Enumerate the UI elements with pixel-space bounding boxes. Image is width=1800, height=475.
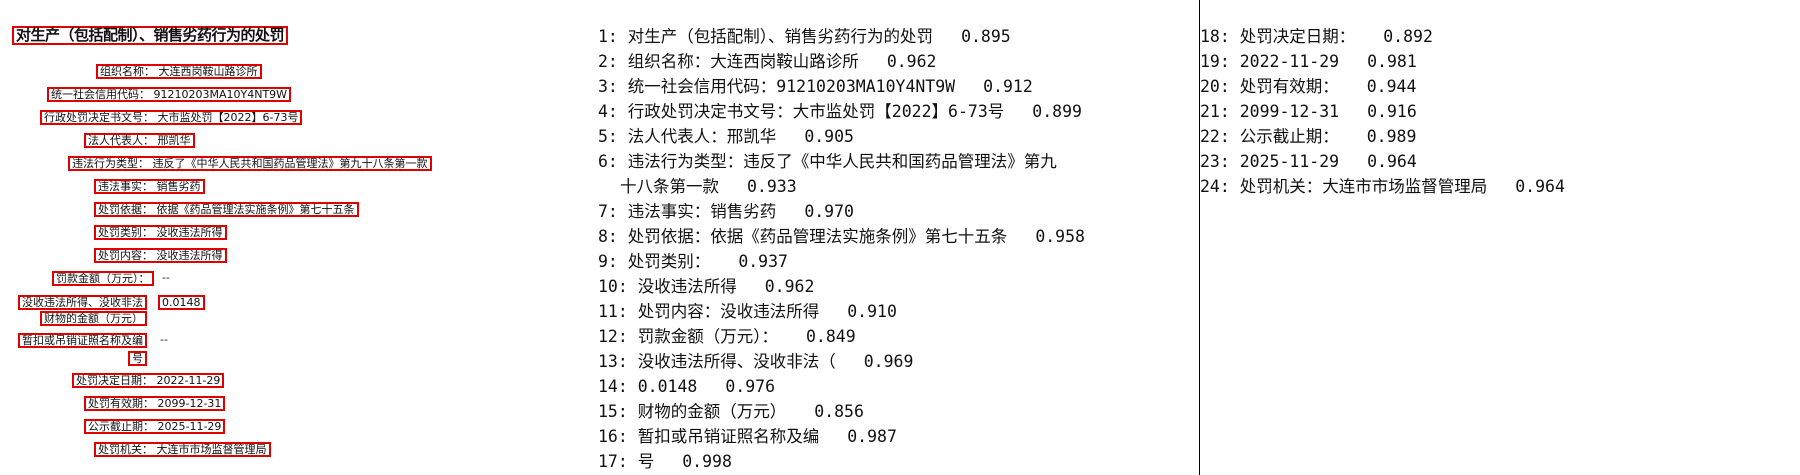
source-image-panel: 对生产（包括配制）、销售劣药行为的处罚 组织名称： 大连西岗鞍山路诊所 统一社会… (0, 0, 600, 475)
ocr-box-confiscation-value: 0.0148 (158, 295, 205, 310)
result-line: 14: 0.0148 0.976 (598, 377, 776, 396)
result-line: 24: 处罚机关：大连市市场监督管理局 0.964 (1200, 177, 1565, 196)
result-line: 20: 处罚有效期： 0.944 (1200, 77, 1417, 96)
ocr-box-penalty-category: 处罚类别： 没收违法所得 (94, 225, 227, 240)
result-line: 5: 法人代表人：邢凯华 0.905 (598, 127, 854, 146)
result-line: 7: 违法事实：销售劣药 0.970 (598, 202, 854, 221)
result-line: 16: 暂扣或吊销证照名称及编 0.987 (598, 427, 897, 446)
ocr-box-license-number: 号 (128, 351, 147, 366)
results-column-1: 1: 对生产（包括配制）、销售劣药行为的处罚 0.895 2: 组织名称：大连西岗… (598, 24, 1188, 474)
result-line: 22: 公示截止期： 0.989 (1200, 127, 1417, 146)
results-column-2: 18: 处罚决定日期： 0.892 19: 2022-11-29 0.981 20:… (1200, 24, 1790, 199)
result-line: 21: 2099-12-31 0.916 (1200, 102, 1417, 121)
ocr-box-credit-code: 统一社会信用代码： 91210203MA10Y4NT9W (47, 87, 292, 102)
result-line: 17: 号 0.998 (598, 452, 732, 471)
result-line: 19: 2022-11-29 0.981 (1200, 52, 1417, 71)
ocr-box-license-name: 暂扣或吊销证照名称及编 (18, 333, 147, 348)
result-line: 12: 罚款金额（万元）： 0.849 (598, 327, 856, 346)
result-line: 3: 统一社会信用代码：91210203MA10Y4NT9W 0.912 (598, 77, 1033, 96)
ocr-box-publicity-end: 公示截止期： 2025-11-29 (84, 419, 226, 434)
ocr-box-authority: 处罚机关： 大连市市场监督管理局 (94, 442, 271, 457)
ocr-box-org-name: 组织名称： 大连西岗鞍山路诊所 (96, 64, 262, 79)
result-line: 4: 行政处罚决定书文号：大市监处罚【2022】6-73号 0.899 (598, 102, 1082, 121)
result-line: 23: 2025-11-29 0.964 (1200, 152, 1417, 171)
ocr-box-decision-date: 处罚决定日期： 2022-11-29 (72, 373, 225, 388)
result-line: 9: 处罚类别： 0.937 (598, 252, 788, 271)
ocr-box-penalty-basis: 处罚依据： 依据《药品管理法实施条例》第七十五条 (94, 202, 359, 217)
ocr-box-violation-fact: 违法事实： 销售劣药 (94, 179, 205, 194)
result-line: 2: 组织名称：大连西岗鞍山路诊所 0.962 (598, 52, 937, 71)
result-line: 8: 处罚依据：依据《药品管理法实施条例》第七十五条 0.958 (598, 227, 1085, 246)
ocr-box-property-amount: 财物的金额（万元） (40, 311, 147, 326)
result-line: 15: 财物的金额（万元） 0.856 (598, 402, 864, 421)
ocr-box-title: 对生产（包括配制）、销售劣药行为的处罚 (12, 26, 289, 45)
result-line: 10: 没收违法所得 0.962 (598, 277, 815, 296)
ocr-box-decision-no: 行政处罚决定书文号： 大市监处罚【2022】6-73号 (40, 110, 303, 125)
ocr-text-license-dash: -- (160, 333, 168, 346)
ocr-box-legal-rep: 法人代表人： 邢凯华 (84, 133, 195, 148)
ocr-box-confiscation: 没收违法所得、没收非法 (18, 295, 147, 310)
result-line: 11: 处罚内容：没收违法所得 0.910 (598, 302, 897, 321)
result-line: 1: 对生产（包括配制）、销售劣药行为的处罚 0.895 (598, 27, 1011, 46)
result-line: 18: 处罚决定日期： 0.892 (1200, 27, 1433, 46)
result-line-continuation: 十八条第一款 0.933 (620, 177, 797, 196)
ocr-box-penalty-content: 处罚内容： 没收违法所得 (94, 248, 227, 263)
ocr-box-validity: 处罚有效期： 2099-12-31 (84, 396, 226, 411)
result-line: 13: 没收违法所得、没收非法（ 0.969 (598, 352, 914, 371)
result-line: 6: 违法行为类型：违反了《中华人民共和国药品管理法》第九 (598, 152, 1057, 171)
ocr-box-fine-amount: 罚款金额（万元）： (52, 271, 154, 286)
ocr-box-violation-type: 违法行为类型： 违反了《中华人民共和国药品管理法》第九十八条第一款 (68, 156, 432, 171)
ocr-text-fine-dash: -- (162, 271, 170, 284)
